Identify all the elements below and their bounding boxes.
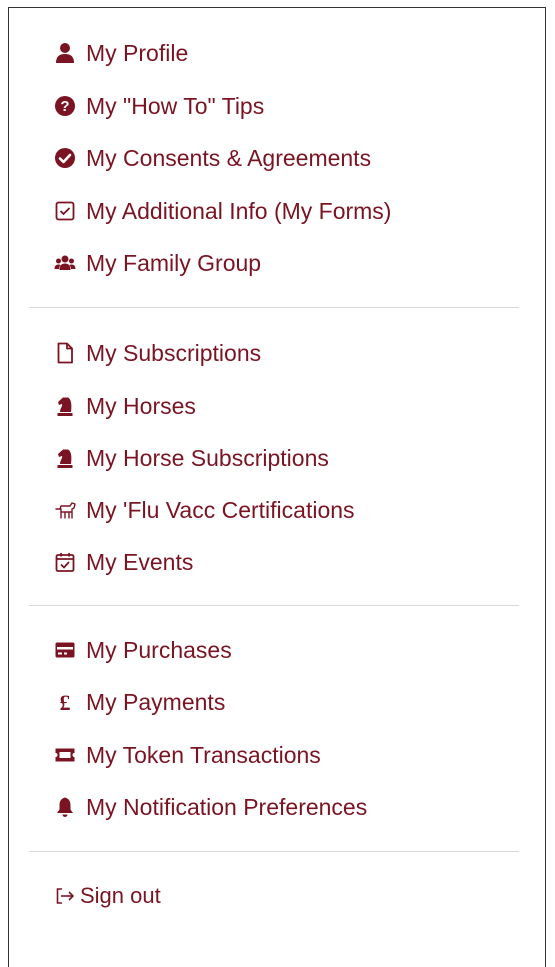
menu-item-subscriptions[interactable]: My Subscriptions: [54, 333, 261, 373]
menu-item-label: My Horses: [86, 392, 196, 419]
menu-item-events[interactable]: My Events: [54, 542, 193, 582]
menu-item-token-transactions[interactable]: My Token Transactions: [54, 735, 321, 775]
menu-item-label: My Purchases: [86, 636, 232, 663]
svg-text:?: ?: [60, 98, 69, 115]
sign-out-link[interactable]: Sign out: [54, 876, 161, 916]
users-icon: [54, 252, 76, 274]
question-circle-icon: ?: [54, 95, 76, 117]
menu-item-label: My Notification Preferences: [86, 793, 368, 820]
bell-icon: [54, 796, 76, 818]
horse-chess-icon: [54, 447, 76, 469]
menu-item-additional-info[interactable]: My Additional Info (My Forms): [54, 191, 391, 231]
sign-out-label: Sign out: [80, 883, 161, 908]
menu-item-label: My Family Group: [86, 249, 262, 276]
svg-text:£: £: [60, 691, 71, 713]
menu-item-flu-vacc-certifications[interactable]: My 'Flu Vacc Certifications: [54, 490, 355, 530]
horse-outline-icon: [54, 499, 76, 521]
menu-item-payments[interactable]: £ My Payments: [54, 682, 226, 722]
menu-item-label: My Additional Info (My Forms): [86, 197, 392, 224]
menu-divider: [29, 605, 519, 606]
menu-item-label: My Profile: [86, 39, 189, 66]
calendar-check-icon: [54, 551, 76, 573]
menu-item-consents-agreements[interactable]: My Consents & Agreements: [54, 138, 371, 178]
menu-item-purchases[interactable]: My Purchases: [54, 630, 232, 670]
menu-divider: [29, 307, 519, 308]
account-menu-panel: My Profile ? My "How To" Tips My Consent…: [8, 7, 546, 967]
menu-item-label: My Horse Subscriptions: [86, 444, 329, 471]
menu-item-my-profile[interactable]: My Profile: [54, 33, 188, 73]
menu-item-notification-preferences[interactable]: My Notification Preferences: [54, 787, 367, 827]
menu-item-horses[interactable]: My Horses: [54, 386, 196, 426]
menu-item-horse-subscriptions[interactable]: My Horse Subscriptions: [54, 438, 329, 478]
menu-item-label: My Events: [86, 548, 194, 575]
pound-icon: £: [54, 691, 76, 713]
menu-item-label: My Payments: [86, 688, 226, 715]
ticket-icon: [54, 744, 76, 766]
menu-item-how-to-tips[interactable]: ? My "How To" Tips: [54, 86, 264, 126]
checkbox-icon: [54, 200, 76, 222]
menu-item-label: My 'Flu Vacc Certifications: [86, 496, 355, 523]
user-icon: [54, 42, 76, 64]
horse-chess-icon: [54, 395, 76, 417]
menu-item-label: My Consents & Agreements: [86, 144, 372, 171]
sign-out-icon: [54, 885, 76, 907]
menu-item-label: My Token Transactions: [86, 741, 321, 768]
menu-item-label: My Subscriptions: [86, 339, 262, 366]
menu-item-family-group[interactable]: My Family Group: [54, 243, 261, 283]
file-icon: [54, 342, 76, 364]
credit-card-icon: [54, 639, 76, 661]
menu-item-label: My "How To" Tips: [86, 92, 265, 119]
check-circle-icon: [54, 147, 76, 169]
menu-divider: [29, 851, 519, 852]
